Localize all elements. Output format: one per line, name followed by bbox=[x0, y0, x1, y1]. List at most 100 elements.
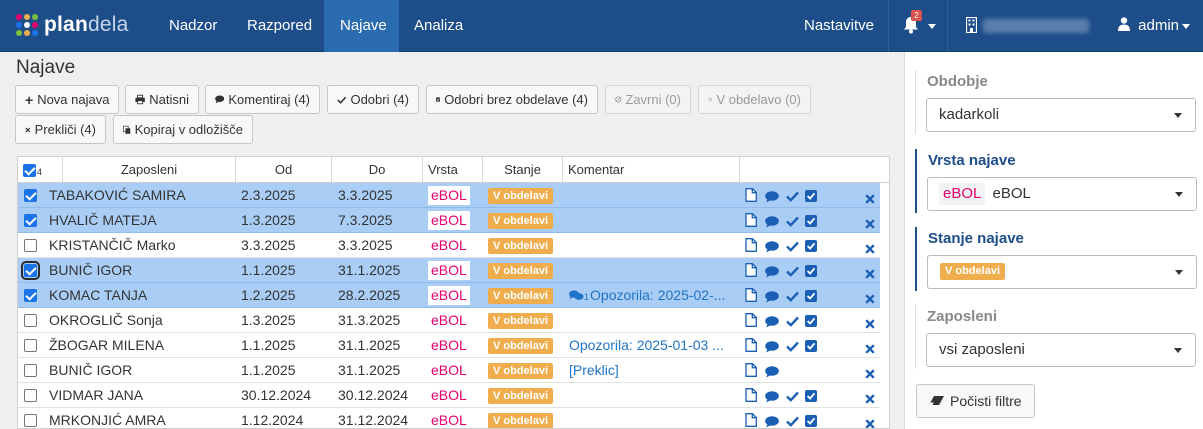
comment-icon[interactable] bbox=[765, 190, 779, 205]
row-checkbox[interactable] bbox=[21, 261, 40, 280]
approve-checkbox-icon[interactable] bbox=[805, 389, 819, 404]
row-checkbox[interactable] bbox=[24, 389, 37, 402]
times-icon[interactable] bbox=[865, 291, 879, 306]
file-icon[interactable] bbox=[745, 313, 759, 328]
comment-icon[interactable] bbox=[765, 240, 779, 255]
comment-cell[interactable]: 1Opozorila: 2025-02-... bbox=[569, 283, 736, 308]
times-icon[interactable] bbox=[865, 366, 879, 381]
comment-icon[interactable] bbox=[765, 215, 779, 230]
check-icon[interactable] bbox=[786, 239, 800, 254]
to-processing-button[interactable]: V obdelavo (0) bbox=[698, 85, 811, 114]
file-icon[interactable] bbox=[745, 238, 759, 253]
times-icon[interactable] bbox=[865, 241, 879, 256]
select-all-checkbox[interactable] bbox=[23, 164, 36, 177]
table-row[interactable]: OKROGLIČ Sonja 1.3.2025 31.3.2025 eBOL V obd… bbox=[18, 308, 880, 333]
copy-to-clipboard-button[interactable]: Kopiraj v odložišče bbox=[113, 115, 253, 144]
table-row[interactable]: VIDMAR JANA 30.12.2024 30.12.2024 eBOL V obd… bbox=[18, 383, 880, 408]
nav-analiza[interactable]: Analiza bbox=[398, 0, 479, 52]
col-vrsta[interactable]: Vrsta bbox=[423, 157, 483, 183]
check-icon[interactable] bbox=[786, 289, 800, 304]
row-checkbox[interactable] bbox=[24, 214, 37, 227]
times-icon[interactable] bbox=[865, 416, 879, 428]
check-icon[interactable] bbox=[786, 214, 800, 229]
times-icon[interactable] bbox=[865, 266, 879, 281]
approve-checkbox-icon[interactable] bbox=[805, 214, 819, 229]
comment-icon[interactable] bbox=[765, 290, 779, 305]
user-menu[interactable]: admin bbox=[1118, 0, 1179, 52]
times-icon[interactable] bbox=[865, 216, 879, 231]
reject-button[interactable]: Zavrni (0) bbox=[605, 85, 691, 114]
times-icon[interactable] bbox=[865, 316, 879, 331]
comment-button[interactable]: Komentiraj (4) bbox=[205, 85, 320, 114]
col-od[interactable]: Od bbox=[236, 157, 332, 183]
app-logo[interactable]: plandela bbox=[16, 13, 129, 37]
file-icon[interactable] bbox=[745, 413, 759, 428]
approve-checkbox-icon[interactable] bbox=[805, 314, 819, 329]
clear-filters-button[interactable]: Počisti filtre bbox=[916, 384, 1035, 418]
file-icon[interactable] bbox=[745, 288, 759, 303]
nav-settings[interactable]: Nastavitve bbox=[788, 0, 890, 52]
col-stanje[interactable]: Stanje bbox=[483, 157, 563, 183]
file-icon[interactable] bbox=[745, 363, 759, 378]
nav-nadzor[interactable]: Nadzor bbox=[153, 0, 233, 52]
user-dropdown-icon[interactable] bbox=[1182, 24, 1190, 29]
check-icon[interactable] bbox=[786, 389, 800, 404]
row-checkbox[interactable] bbox=[24, 239, 37, 252]
times-icon[interactable] bbox=[865, 341, 879, 356]
building-icon[interactable] bbox=[966, 17, 977, 33]
approve-checkbox-icon[interactable] bbox=[805, 264, 819, 279]
approve-checkbox-icon[interactable] bbox=[805, 239, 819, 254]
col-do[interactable]: Do bbox=[332, 157, 423, 183]
new-request-button[interactable]: + Nova najava bbox=[15, 85, 119, 114]
approve-button[interactable]: Odobri (4) bbox=[327, 85, 419, 114]
check-icon[interactable] bbox=[786, 414, 800, 428]
table-row[interactable]: BUNIČ IGOR 1.1.2025 31.1.2025 eBOL V obdelav… bbox=[18, 258, 880, 283]
check-icon[interactable] bbox=[786, 314, 800, 329]
file-icon[interactable] bbox=[745, 388, 759, 403]
file-icon[interactable] bbox=[745, 213, 759, 228]
comment-icon[interactable] bbox=[765, 265, 779, 280]
vrsta-select[interactable]: eBOL eBOL bbox=[927, 177, 1197, 211]
zaposleni-select[interactable]: vsi zaposleni bbox=[926, 333, 1196, 367]
times-icon[interactable] bbox=[865, 391, 879, 406]
col-zaposleni[interactable]: Zaposleni bbox=[63, 157, 236, 183]
obdobje-select[interactable]: kadarkoli bbox=[926, 98, 1196, 132]
file-icon[interactable] bbox=[745, 338, 759, 353]
check-icon[interactable] bbox=[786, 189, 800, 204]
comment-icon[interactable] bbox=[765, 390, 779, 405]
table-row[interactable]: ŽBOGAR MILENA 1.1.2025 31.1.2025 eBOL V obde… bbox=[18, 333, 880, 358]
comment-cell[interactable]: Opozorila: 2025-01-03 ... bbox=[569, 333, 736, 358]
approve-without-processing-button[interactable]: Odobri brez obdelave (4) bbox=[426, 85, 598, 114]
company-name-redacted[interactable] bbox=[983, 19, 1089, 33]
comment-icon[interactable] bbox=[765, 340, 779, 355]
table-row[interactable]: MRKONJIĆ AMRA 1.12.2024 31.12.2024 eBOL V ob… bbox=[18, 408, 880, 428]
nav-razpored[interactable]: Razpored bbox=[231, 0, 328, 52]
row-checkbox[interactable] bbox=[24, 314, 37, 327]
table-row[interactable]: BUNIČ IGOR 1.1.2025 31.1.2025 eBOL V obdelav… bbox=[18, 358, 880, 383]
notification-dropdown-icon[interactable] bbox=[928, 24, 936, 29]
row-checkbox[interactable] bbox=[24, 289, 37, 302]
approve-checkbox-icon[interactable] bbox=[805, 339, 819, 354]
comment-cell[interactable]: [Preklic] bbox=[569, 358, 736, 383]
file-icon[interactable] bbox=[745, 263, 759, 278]
row-checkbox[interactable] bbox=[24, 189, 37, 202]
check-icon[interactable] bbox=[786, 264, 800, 279]
file-icon[interactable] bbox=[745, 188, 759, 203]
col-komentar[interactable]: Komentar bbox=[563, 157, 740, 183]
check-icon[interactable] bbox=[786, 339, 800, 354]
row-checkbox[interactable] bbox=[24, 414, 37, 427]
stanje-select[interactable]: V obdelavi bbox=[927, 255, 1197, 289]
approve-checkbox-icon[interactable] bbox=[805, 189, 819, 204]
table-row[interactable]: TABAKOVIĆ SAMIRA 2.3.2025 3.3.2025 eBOL V ob… bbox=[18, 183, 880, 208]
cancel-request-button[interactable]: Prekliči (4) bbox=[15, 115, 106, 144]
table-row[interactable]: KRISTANČIČ Marko 3.3.2025 3.3.2025 eBOL V ob… bbox=[18, 233, 880, 258]
approve-checkbox-icon[interactable] bbox=[805, 414, 819, 428]
comment-icon[interactable] bbox=[765, 415, 779, 428]
table-row[interactable]: HVALIČ MATEJA 1.3.2025 7.3.2025 eBOL V obdel… bbox=[18, 208, 880, 233]
print-button[interactable]: Natisni bbox=[125, 85, 199, 114]
row-checkbox[interactable] bbox=[24, 364, 37, 377]
nav-najave[interactable]: Najave bbox=[324, 0, 399, 52]
times-icon[interactable] bbox=[865, 191, 879, 206]
table-row[interactable]: KOMAC TANJA 1.2.2025 28.2.2025 eBOL V obdela… bbox=[18, 283, 880, 308]
approve-checkbox-icon[interactable] bbox=[805, 289, 819, 304]
